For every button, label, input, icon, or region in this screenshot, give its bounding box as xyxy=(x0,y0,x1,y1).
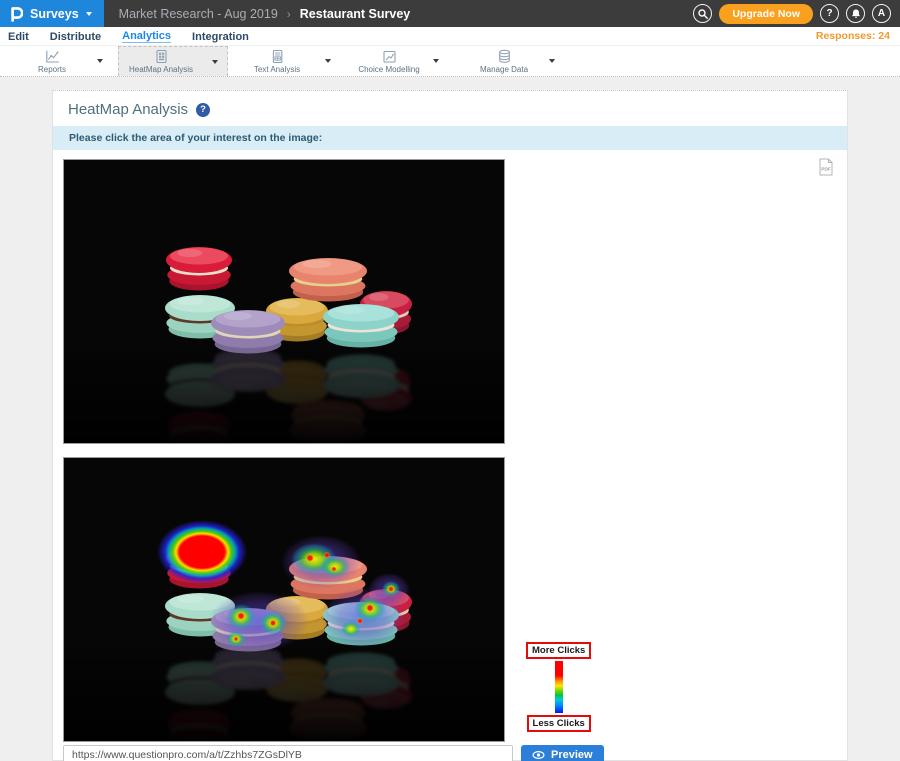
top-actions: Upgrade Now ? A xyxy=(693,0,900,27)
heatmap-legend: More Clicks Less Clicks xyxy=(526,642,591,732)
tab-reports[interactable]: Reports xyxy=(16,46,88,76)
choice-chart-icon xyxy=(382,49,397,64)
reports-dropdown[interactable] xyxy=(88,46,112,76)
nav-edit[interactable]: Edit xyxy=(8,30,29,43)
chevron-down-icon xyxy=(212,60,218,64)
legend-more-label: More Clicks xyxy=(526,642,591,659)
top-bar: Surveys Market Research - Aug 2019 › Res… xyxy=(0,0,900,27)
chevron-down-icon xyxy=(86,12,92,16)
breadcrumb-current: Restaurant Survey xyxy=(300,7,410,21)
heatmap-grid-icon xyxy=(154,49,169,64)
svg-text:PDF: PDF xyxy=(821,167,830,172)
preview-button-label: Preview xyxy=(551,749,593,761)
heatmap-dropdown[interactable] xyxy=(203,47,227,76)
search-button[interactable] xyxy=(693,4,712,23)
breadcrumb-separator: › xyxy=(287,7,291,21)
text-doc-icon xyxy=(270,49,285,64)
instruction-bar: Please click the area of your interest o… xyxy=(53,126,847,150)
choice-dropdown[interactable] xyxy=(424,46,448,76)
survey-image[interactable] xyxy=(63,159,505,444)
surveys-menu[interactable]: Surveys xyxy=(0,0,104,27)
page-title: HeatMap Analysis xyxy=(68,101,188,118)
line-chart-icon xyxy=(45,49,60,64)
breadcrumb: Market Research - Aug 2019 › Restaurant … xyxy=(119,0,411,27)
responses-count[interactable]: Responses: 24 xyxy=(816,30,890,42)
share-url-input[interactable] xyxy=(63,745,513,761)
toolbar-group-text: Text Analysis xyxy=(238,46,340,76)
questionpro-logo xyxy=(8,5,23,22)
pdf-icon: PDF xyxy=(818,158,834,176)
toolbar-group-reports: Reports xyxy=(16,46,112,76)
notifications-button[interactable] xyxy=(846,4,865,23)
toolbar-group-choice: Choice Modelling xyxy=(354,46,448,76)
chevron-down-icon xyxy=(433,59,439,63)
share-row: Preview xyxy=(63,745,837,761)
tab-choice-modelling[interactable]: Choice Modelling xyxy=(354,46,424,76)
tab-choice-label: Choice Modelling xyxy=(358,65,419,74)
database-icon xyxy=(497,49,512,64)
heatmap-row: More Clicks Less Clicks xyxy=(63,457,837,742)
heatmap-panel: HeatMap Analysis ? Please click the area… xyxy=(52,90,848,761)
help-icon[interactable]: ? xyxy=(196,103,210,117)
nav-distribute[interactable]: Distribute xyxy=(50,30,101,43)
export-pdf-button[interactable]: PDF xyxy=(818,158,834,179)
breadcrumb-parent[interactable]: Market Research - Aug 2019 xyxy=(119,7,278,21)
toolbar-group-manage: Manage Data xyxy=(468,46,564,76)
nav-analytics[interactable]: Analytics xyxy=(122,29,171,43)
panel-content: PDF xyxy=(53,150,847,761)
tab-text-analysis[interactable]: Text Analysis xyxy=(238,46,316,76)
upgrade-now-button[interactable]: Upgrade Now xyxy=(719,4,813,24)
text-dropdown[interactable] xyxy=(316,46,340,76)
tab-heatmap-label: HeatMap Analysis xyxy=(129,65,193,74)
search-icon xyxy=(697,8,709,20)
survey-nav: Edit Distribute Analytics Integration Re… xyxy=(0,27,900,46)
help-button[interactable]: ? xyxy=(820,4,839,23)
tab-text-label: Text Analysis xyxy=(254,65,300,74)
chevron-down-icon xyxy=(97,59,103,63)
tab-manage-data[interactable]: Manage Data xyxy=(468,46,540,76)
chevron-down-icon xyxy=(325,59,331,63)
chevron-down-icon xyxy=(549,59,555,63)
analytics-toolbar: Reports HeatMap Analysis T xyxy=(0,46,900,77)
tab-heatmap-analysis[interactable]: HeatMap Analysis xyxy=(119,47,203,76)
nav-integration[interactable]: Integration xyxy=(192,30,249,43)
legend-less-label: Less Clicks xyxy=(527,715,591,732)
heatmap-image[interactable] xyxy=(63,457,505,742)
bell-icon xyxy=(850,8,862,20)
manage-dropdown[interactable] xyxy=(540,46,564,76)
eye-icon xyxy=(532,750,545,760)
legend-gradient-bar xyxy=(555,661,563,713)
avatar[interactable]: A xyxy=(872,4,891,23)
preview-button[interactable]: Preview xyxy=(521,745,604,761)
tab-manage-label: Manage Data xyxy=(480,65,528,74)
product-menu-label: Surveys xyxy=(30,7,79,21)
tab-reports-label: Reports xyxy=(38,65,66,74)
toolbar-group-heatmap: HeatMap Analysis xyxy=(118,46,228,76)
panel-header: HeatMap Analysis ? xyxy=(53,91,847,126)
